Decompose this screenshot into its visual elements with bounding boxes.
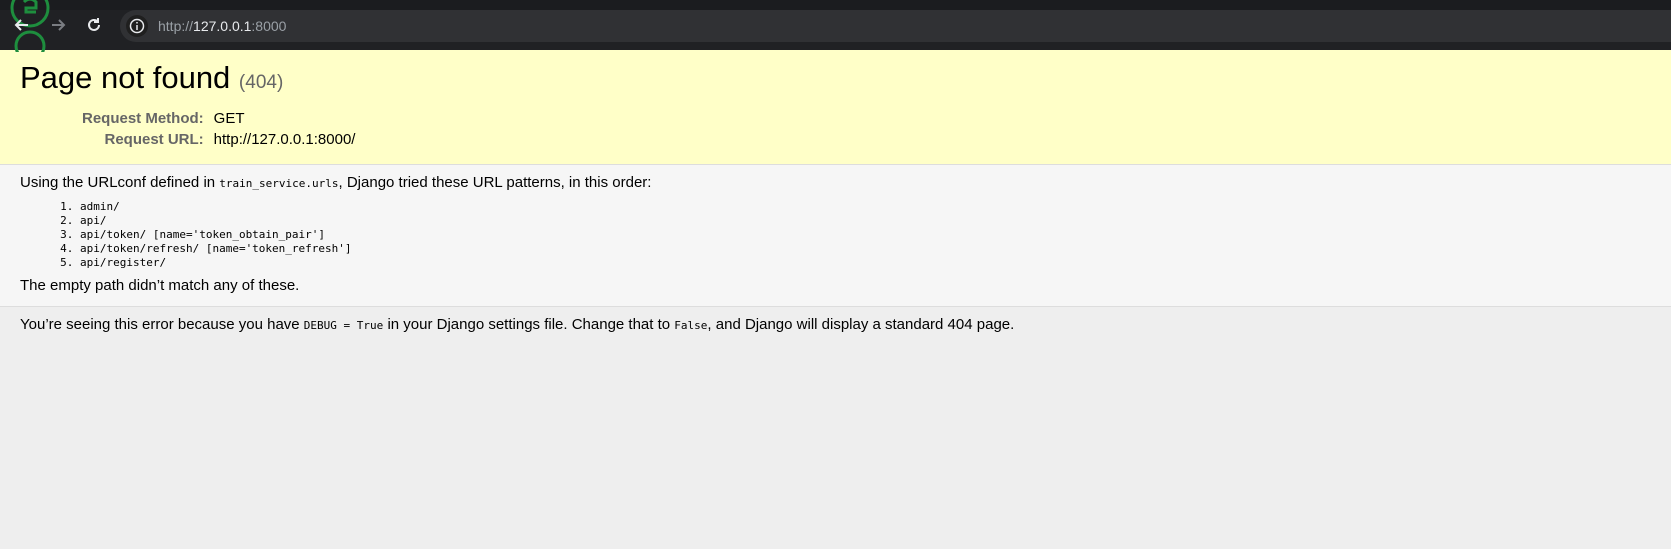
list-item: api/register/ bbox=[80, 256, 1651, 270]
reload-icon bbox=[88, 18, 100, 31]
intro-prefix: Using the URLconf defined in bbox=[20, 174, 220, 191]
explanation-part1: You’re seeing this error because you hav… bbox=[20, 316, 304, 333]
request-url-row: Request URL: http://127.0.0.1:8000/ bbox=[82, 129, 356, 150]
urlconf-name: train_service.urls bbox=[219, 177, 339, 190]
request-url-value: http://127.0.0.1:8000/ bbox=[213, 131, 356, 148]
error-summary: Page not found (404) Request Method: GET… bbox=[0, 50, 1671, 165]
explanation-text: You’re seeing this error because you hav… bbox=[20, 315, 1651, 336]
page-title: Page not found (404) bbox=[20, 60, 1651, 96]
error-title: Page not found bbox=[20, 60, 231, 95]
debug-setting-code: DEBUG = True bbox=[303, 319, 384, 332]
url-patterns-section: Using the URLconf defined in train_servi… bbox=[0, 165, 1671, 307]
list-item: api/token/refresh/ [name='token_refresh'… bbox=[80, 242, 1651, 256]
explanation-part2: in your Django settings file. Change tha… bbox=[383, 316, 675, 333]
tab-strip bbox=[0, 0, 1671, 10]
list-item: api/ bbox=[80, 214, 1651, 228]
reload-button[interactable] bbox=[82, 13, 106, 37]
no-match-message: The empty path didn’t match any of these… bbox=[20, 277, 300, 294]
list-item: admin/ bbox=[80, 200, 1651, 214]
list-item: api/token/ [name='token_obtain_pair'] bbox=[80, 228, 1651, 242]
request-method-label: Request Method: bbox=[82, 110, 204, 127]
urlconf-intro: Using the URLconf defined in train_servi… bbox=[20, 173, 1651, 194]
info-circle-icon[interactable] bbox=[126, 15, 148, 37]
url-pattern-list: admin/ api/ api/token/ [name='token_obta… bbox=[20, 200, 1651, 270]
url-scheme: http:// bbox=[158, 18, 194, 34]
request-method-row: Request Method: GET bbox=[82, 108, 355, 129]
address-bar[interactable]: http://127.0.0.1:8000 bbox=[120, 10, 1671, 42]
false-value-code: False bbox=[674, 319, 708, 332]
browser-toolbar: http://127.0.0.1:8000 bbox=[0, 0, 1671, 52]
forward-button[interactable] bbox=[46, 13, 70, 37]
back-button[interactable] bbox=[10, 13, 34, 37]
url-text[interactable]: http://127.0.0.1:8000 bbox=[158, 18, 286, 34]
arrow-left-icon bbox=[14, 19, 28, 31]
request-url-label: Request URL: bbox=[104, 131, 204, 148]
request-method-value: GET bbox=[213, 110, 245, 127]
debug-explanation: You’re seeing this error because you hav… bbox=[0, 307, 1671, 344]
arrow-right-icon bbox=[52, 19, 66, 31]
url-host: 127.0.0.1 bbox=[193, 18, 252, 34]
explanation-part3: , and Django will display a standard 404… bbox=[707, 316, 1015, 333]
error-code: (404) bbox=[238, 72, 284, 93]
intro-suffix: , Django tried these URL patterns, in th… bbox=[338, 174, 652, 191]
url-port: :8000 bbox=[251, 18, 287, 34]
request-meta-table: Request Method: GET Request URL: http://… bbox=[82, 108, 355, 150]
